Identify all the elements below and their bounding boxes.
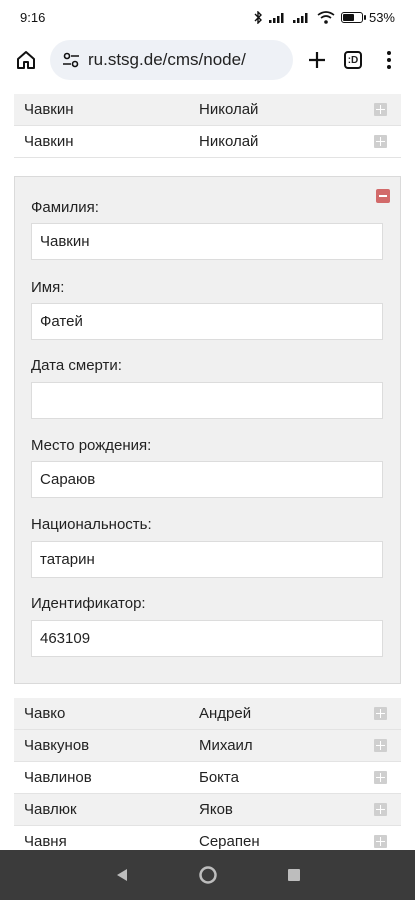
new-tab-button[interactable] <box>299 42 335 78</box>
more-vert-icon <box>387 51 391 69</box>
battery-percent: 53% <box>368 9 395 25</box>
list-item[interactable]: Чавкин Николай <box>14 94 401 126</box>
first-name: Николай <box>199 133 259 150</box>
expand-icon[interactable] <box>374 803 387 816</box>
last-name: Чавкунов <box>24 737 90 754</box>
name-label: Имя: <box>31 279 65 296</box>
list-item[interactable]: Чавкин Николай <box>14 126 401 158</box>
home-icon <box>17 51 35 69</box>
plus-icon <box>309 52 325 68</box>
last-name: Чавкин <box>24 101 74 118</box>
first-name: Николай <box>199 101 259 118</box>
nationality-field[interactable]: татарин <box>31 541 383 578</box>
wifi-icon <box>317 10 335 24</box>
name-field[interactable]: Фатей <box>31 303 383 340</box>
person-detail-panel: Фамилия: Чавкин Имя: Фатей Дата смерти: … <box>14 176 401 684</box>
expand-icon[interactable] <box>374 835 387 848</box>
last-name: Чавлюк <box>24 801 77 818</box>
home-circle-icon[interactable] <box>198 865 218 885</box>
status-bar: 9:16 53% <box>0 0 415 34</box>
nationality-label: Национальность: <box>31 516 152 533</box>
recents-icon[interactable] <box>287 868 301 882</box>
identifier-field[interactable]: 463109 <box>31 620 383 657</box>
back-icon[interactable] <box>114 867 130 883</box>
url-text[interactable]: ru.stsg.de/cms/node/ <box>88 50 246 70</box>
site-settings-icon[interactable] <box>62 52 80 68</box>
last-name: Чавня <box>24 833 67 850</box>
death-date-label: Дата смерти: <box>31 357 122 374</box>
surname-field[interactable]: Чавкин <box>31 223 383 260</box>
battery-icon <box>340 11 366 23</box>
first-name: Андрей <box>199 705 252 722</box>
list-item[interactable]: Чавко Андрей <box>14 698 401 730</box>
page-content: Чавкин Николай Чавкин Николай Фамилия: Ч… <box>0 86 415 850</box>
list-item[interactable]: Чавлюк Яков <box>14 794 401 826</box>
list-item[interactable]: Чавкунов Михаил <box>14 730 401 762</box>
expand-icon[interactable] <box>374 103 387 116</box>
first-name: Бокта <box>199 769 239 786</box>
death-date-field[interactable] <box>31 382 383 419</box>
expand-icon[interactable] <box>374 739 387 752</box>
system-nav-bar <box>0 850 415 900</box>
bluetooth-icon <box>254 10 262 24</box>
status-icons: 53% <box>254 10 395 25</box>
status-time: 9:16 <box>20 9 46 25</box>
home-button[interactable] <box>8 42 44 78</box>
surname-label: Фамилия: <box>31 199 99 216</box>
birthplace-label: Место рождения: <box>31 437 152 454</box>
list-item[interactable]: Чавлинов Бокта <box>14 762 401 794</box>
collapse-icon[interactable] <box>376 189 390 203</box>
signal-icon <box>268 13 284 23</box>
expand-icon[interactable] <box>374 135 387 148</box>
tabs-count: :D <box>344 51 362 69</box>
first-name: Михаил <box>199 737 253 754</box>
signal-icon-2 <box>292 13 308 23</box>
list-item[interactable]: Чавня Серапен <box>14 826 401 850</box>
last-name: Чавкин <box>24 133 74 150</box>
person-list: Чавкин Николай Чавкин Николай Фамилия: Ч… <box>14 86 401 850</box>
expand-icon[interactable] <box>374 707 387 720</box>
identifier-label: Идентификатор: <box>31 595 146 612</box>
first-name: Серапен <box>199 833 260 850</box>
first-name: Яков <box>199 801 233 818</box>
tabs-button[interactable]: :D <box>335 42 371 78</box>
top-rows: Чавкин Николай Чавкин Николай <box>14 94 401 158</box>
bottom-rows: Чавко Андрей Чавкунов Михаил Чавлинов Бо… <box>14 698 401 850</box>
last-name: Чавлинов <box>24 769 92 786</box>
menu-button[interactable] <box>371 42 407 78</box>
birthplace-field[interactable]: Сараюв <box>31 461 383 498</box>
expand-icon[interactable] <box>374 771 387 784</box>
last-name: Чавко <box>24 705 66 722</box>
browser-toolbar: ru.stsg.de/cms/node/ :D <box>0 34 415 86</box>
address-bar[interactable]: ru.stsg.de/cms/node/ <box>50 40 293 80</box>
